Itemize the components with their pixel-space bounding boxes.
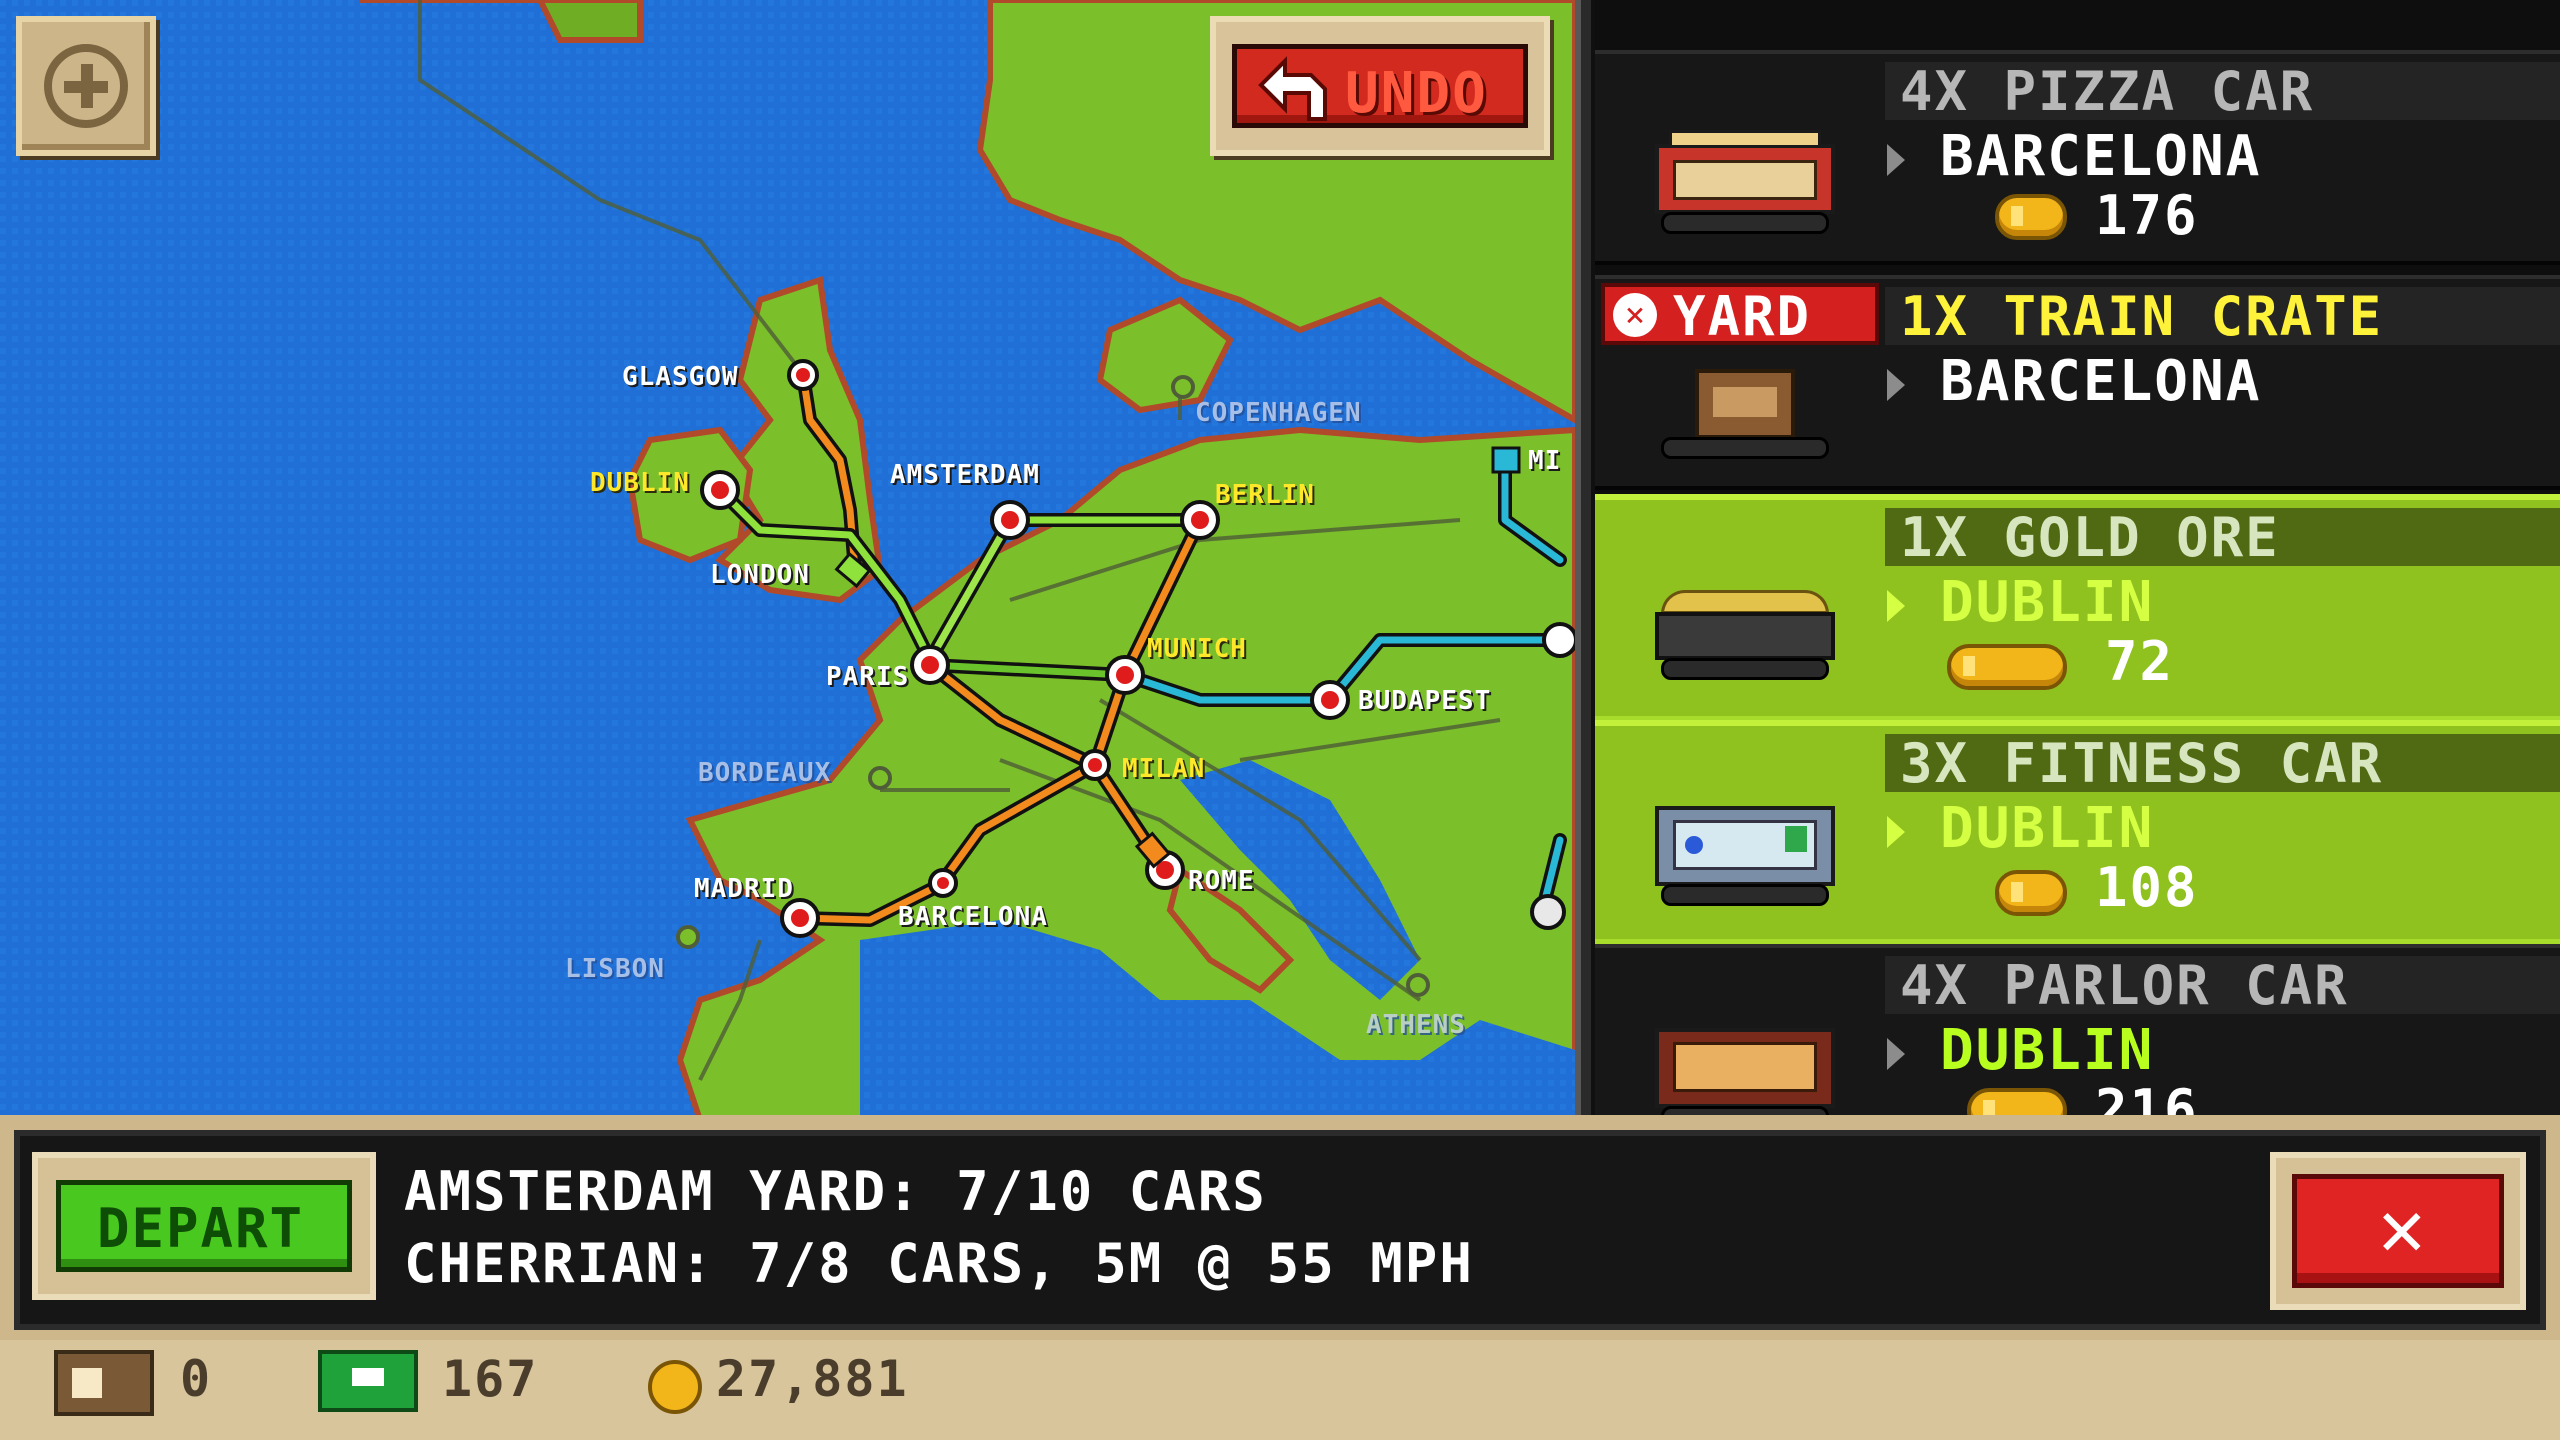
train-crate-icon bbox=[1655, 369, 1835, 459]
undo-label: UNDO bbox=[1345, 61, 1488, 126]
close-button[interactable]: ✕ bbox=[2270, 1152, 2526, 1310]
undo-arrow-icon bbox=[1258, 56, 1327, 121]
station-glasgow bbox=[787, 359, 819, 391]
station-dublin bbox=[700, 470, 740, 510]
coin-stack-icon bbox=[1995, 870, 2067, 916]
city-label-madrid: MADRID bbox=[694, 874, 794, 904]
destination-arrow-icon bbox=[1887, 1038, 1905, 1070]
cargo-item-parlor-car[interactable]: 4X PARLOR CAR DUBLIN 216 bbox=[1595, 944, 2560, 1120]
zoom-in-button[interactable] bbox=[16, 16, 156, 156]
coin-icon bbox=[648, 1360, 702, 1414]
coin-stack-icon bbox=[1995, 194, 2067, 240]
destination-arrow-icon bbox=[1887, 816, 1905, 848]
city-label-dublin: DUBLIN bbox=[590, 468, 690, 498]
europe-map[interactable]: GLASGOW DUBLIN AMSTERDAM LONDON BERLIN C… bbox=[0, 0, 1575, 1120]
depart-button[interactable]: DEPART bbox=[32, 1152, 376, 1300]
cargo-destination: DUBLIN bbox=[1940, 570, 2155, 635]
city-label-london: LONDON bbox=[710, 560, 810, 590]
station-milan bbox=[1079, 749, 1111, 781]
yard-badge[interactable]: × YARD bbox=[1601, 283, 1879, 348]
cargo-title: 1X GOLD ORE bbox=[1900, 506, 2280, 569]
cargo-item-fitness-car[interactable]: 3X FITNESS CAR DUBLIN 108 bbox=[1595, 720, 2560, 945]
gold-ore-car-icon bbox=[1655, 590, 1835, 680]
crate-icon bbox=[54, 1350, 154, 1416]
city-label-amsterdam: AMSTERDAM bbox=[890, 460, 1040, 490]
remove-from-yard-icon: × bbox=[1613, 293, 1657, 337]
cargo-item-train-crate[interactable]: 1X TRAIN CRATE × YARD BARCELONA bbox=[1595, 275, 2560, 490]
city-label-milan: MILAN bbox=[1122, 754, 1206, 784]
cargo-reward: 72 bbox=[2105, 630, 2175, 693]
cargo-title: 1X TRAIN CRATE bbox=[1900, 285, 2384, 348]
depart-label: DEPART bbox=[97, 1197, 305, 1260]
cargo-list[interactable]: 4X PIZZA CAR BARCELONA 176 1X TRAIN CRAT… bbox=[1595, 0, 2560, 1120]
cargo-destination: DUBLIN bbox=[1940, 1018, 2155, 1083]
cash-count: 167 bbox=[442, 1350, 539, 1408]
crate-count: 0 bbox=[180, 1350, 213, 1408]
destination-arrow-icon bbox=[1887, 590, 1905, 622]
cargo-reward: 216 bbox=[2095, 1078, 2199, 1120]
game-screen: GLASGOW DUBLIN AMSTERDAM LONDON BERLIN C… bbox=[0, 0, 2560, 1440]
city-label-athens: ATHENS bbox=[1366, 1010, 1466, 1040]
coin-count: 27,881 bbox=[716, 1350, 909, 1408]
city-label-copenhagen: COPENHAGEN bbox=[1195, 398, 1362, 428]
city-label-bordeaux: BORDEAUX bbox=[698, 758, 832, 788]
cargo-item-pizza-car[interactable]: 4X PIZZA CAR BARCELONA 176 bbox=[1595, 50, 2560, 265]
destination-arrow-icon bbox=[1887, 144, 1905, 176]
cargo-reward: 176 bbox=[2095, 184, 2199, 247]
close-icon: ✕ bbox=[2375, 1197, 2429, 1271]
destination-arrow-icon bbox=[1887, 369, 1905, 401]
panel-divider bbox=[1575, 0, 1595, 1120]
station-paris bbox=[910, 645, 950, 685]
info-bar bbox=[14, 1130, 2546, 1330]
cargo-destination: BARCELONA bbox=[1940, 124, 2262, 189]
train-status-text: CHERRIAN: 7/8 CARS, 5M @ 55 MPH bbox=[404, 1232, 1474, 1295]
coin-stack-icon bbox=[1947, 644, 2067, 690]
yard-badge-label: YARD bbox=[1673, 285, 1812, 348]
parlor-car-icon bbox=[1655, 1028, 1835, 1120]
city-label-glasgow: GLASGOW bbox=[622, 362, 739, 392]
station-munich bbox=[1105, 655, 1145, 695]
fitness-car-icon bbox=[1655, 806, 1835, 906]
city-label-lisbon: LISBON bbox=[565, 954, 665, 984]
cargo-destination: DUBLIN bbox=[1940, 796, 2155, 861]
cash-icon bbox=[318, 1350, 418, 1412]
cargo-title: 3X FITNESS CAR bbox=[1900, 732, 2384, 795]
undo-button[interactable]: UNDO bbox=[1210, 16, 1550, 156]
cargo-item-gold-ore[interactable]: 1X GOLD ORE DUBLIN 72 bbox=[1595, 494, 2560, 722]
city-label-mi: MI bbox=[1528, 446, 1562, 476]
yard-status-text: AMSTERDAM YARD: 7/10 CARS bbox=[404, 1160, 1267, 1223]
station-barcelona bbox=[928, 868, 958, 898]
station-madrid bbox=[780, 898, 820, 938]
cargo-title: 4X PARLOR CAR bbox=[1900, 954, 2349, 1017]
city-label-budapest: BUDAPEST bbox=[1358, 686, 1492, 716]
city-label-munich: MUNICH bbox=[1147, 634, 1247, 664]
cargo-reward: 108 bbox=[2095, 856, 2199, 919]
station-budapest bbox=[1310, 680, 1350, 720]
city-label-paris: PARIS bbox=[826, 662, 910, 692]
cargo-title: 4X PIZZA CAR bbox=[1900, 60, 2315, 123]
city-label-rome: ROME bbox=[1188, 866, 1255, 896]
city-label-barcelona: BARCELONA bbox=[898, 902, 1048, 932]
city-label-berlin: BERLIN bbox=[1215, 480, 1315, 510]
pizza-car-icon bbox=[1655, 130, 1835, 234]
station-amsterdam bbox=[990, 500, 1030, 540]
plus-icon bbox=[44, 44, 128, 128]
cargo-destination: BARCELONA bbox=[1940, 349, 2262, 414]
station-berlin bbox=[1180, 500, 1220, 540]
